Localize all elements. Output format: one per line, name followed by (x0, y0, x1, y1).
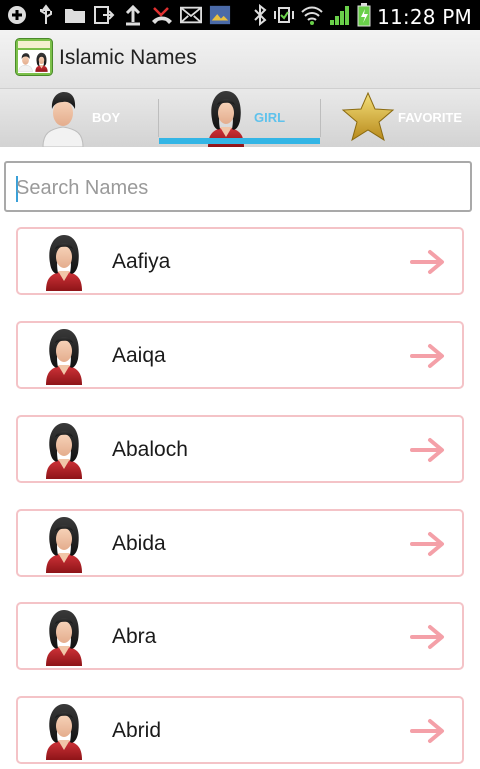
folder-icon (64, 4, 86, 26)
tab-boy[interactable]: BOY (0, 89, 159, 147)
arrow-right-icon[interactable] (410, 343, 448, 369)
name-label: Aaiqa (112, 344, 166, 367)
list-item[interactable]: Abida (16, 509, 464, 577)
list-item[interactable]: Aaiqa (16, 321, 464, 389)
name-label: Abida (112, 532, 166, 555)
name-label: Abra (112, 625, 157, 648)
name-label: Abaloch (112, 438, 188, 461)
status-bar: 11:28 PM (0, 0, 480, 30)
add-icon (6, 4, 28, 26)
search-box[interactable] (4, 161, 472, 212)
girl-avatar-icon (42, 233, 86, 291)
tab-favorite-label: FAVORITE (398, 110, 463, 125)
arrow-right-icon[interactable] (410, 531, 448, 557)
app-title: Islamic Names (59, 46, 197, 69)
name-label: Aafiya (112, 250, 171, 273)
arrow-right-icon[interactable] (410, 249, 448, 275)
name-label: Abrid (112, 719, 162, 742)
list-item[interactable]: Abrid (16, 696, 464, 764)
tab-girl-label: GIRL (254, 110, 286, 125)
missed-call-icon (151, 4, 173, 26)
arrow-right-icon[interactable] (410, 624, 448, 650)
tab-favorite[interactable]: FAVORITE (321, 89, 480, 147)
boy-avatar-icon (38, 89, 88, 151)
selected-tab-indicator (159, 138, 320, 144)
bluetooth-icon (253, 3, 267, 30)
arrow-right-icon[interactable] (410, 437, 448, 463)
status-time: 11:28 PM (377, 5, 472, 29)
list-item[interactable]: Aafiya (16, 227, 464, 295)
search-input[interactable] (14, 172, 458, 204)
star-icon (341, 91, 395, 147)
arrow-right-icon[interactable] (410, 718, 448, 744)
vibrate-icon (273, 4, 295, 30)
girl-avatar-icon (42, 608, 86, 666)
wifi-icon (301, 5, 323, 29)
image-icon (209, 4, 231, 26)
signal-icon (329, 4, 351, 30)
girl-avatar-icon (42, 327, 86, 385)
girl-avatar-icon (42, 421, 86, 479)
battery-icon (357, 3, 371, 31)
file-export-icon (93, 4, 115, 26)
upload-icon (122, 4, 144, 26)
girl-avatar-icon (42, 702, 86, 760)
girl-avatar-icon (42, 515, 86, 573)
email-icon (180, 4, 202, 26)
system-status: 11:28 PM (253, 3, 472, 31)
list-item[interactable]: Abra (16, 602, 464, 670)
notification-icons (6, 4, 231, 26)
tab-boy-label: BOY (92, 110, 121, 125)
usb-icon (35, 4, 57, 26)
app-logo-icon[interactable] (15, 38, 53, 76)
list-item[interactable]: Abaloch (16, 415, 464, 483)
action-bar: Islamic Names (0, 30, 480, 88)
